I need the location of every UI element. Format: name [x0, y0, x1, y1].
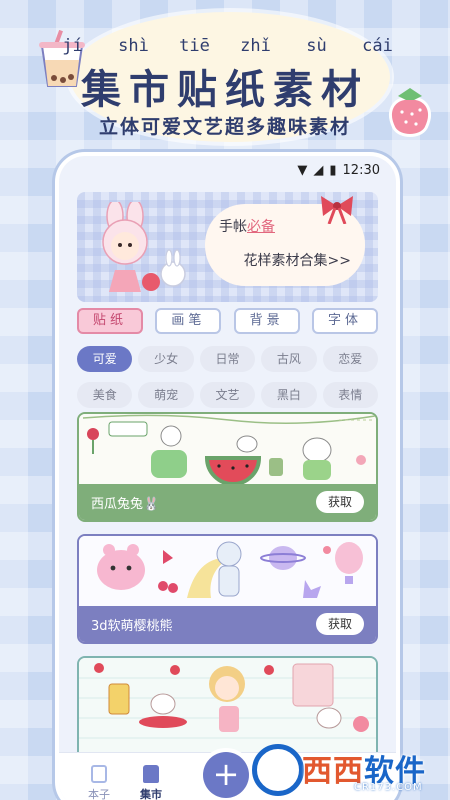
- hero-banner: jí shì tiē zhǐ sù cái 集市贴纸素材 立体可爱文艺超多趣味素…: [0, 0, 450, 150]
- shop-icon: [143, 765, 159, 783]
- chip-food[interactable]: 美食: [77, 382, 133, 408]
- pinyin-syllable: shì: [118, 36, 149, 56]
- chip-daily[interactable]: 日常: [199, 346, 256, 372]
- watermark-logo-icon: [252, 744, 304, 796]
- card-footer: 西瓜兔兔🐰 获取: [79, 484, 376, 520]
- page-title: 集市贴纸素材: [81, 67, 369, 113]
- status-time: 12:30: [342, 162, 380, 178]
- pinyin-syllable: tiē: [179, 36, 210, 56]
- sticker-pack-card[interactable]: 3d软萌樱桃熊 获取: [77, 534, 378, 644]
- strawberry-icon: [389, 88, 431, 137]
- get-button[interactable]: 获取: [316, 491, 364, 513]
- tab-backgrounds[interactable]: 背景: [233, 308, 300, 334]
- chip-romance[interactable]: 恋爱: [322, 346, 378, 372]
- get-button[interactable]: 获取: [316, 613, 364, 635]
- bow-icon: [321, 196, 353, 224]
- category-tabs: 贴纸 画笔 背景 字体: [77, 308, 378, 344]
- banner-link[interactable]: 花样素材合集>>: [219, 250, 351, 270]
- nav-notebook[interactable]: 本子: [77, 765, 121, 800]
- page-subtitle: 立体可爱文艺超多趣味素材: [98, 116, 351, 138]
- chip-vintage[interactable]: 古风: [261, 346, 317, 372]
- app-screen: ▼ ◢ ▮ 12:30 手帐必备 花样素材合集>> 贴纸 画笔 背景 字体 可爱…: [59, 156, 396, 800]
- pinyin-syllable: zhǐ: [240, 36, 271, 56]
- card-footer: 3d软萌樱桃熊 获取: [79, 606, 376, 642]
- chip-pets[interactable]: 萌宠: [138, 382, 194, 408]
- sticker-pack-card[interactable]: 西瓜兔兔🐰 获取: [77, 412, 378, 522]
- chip-girly[interactable]: 少女: [138, 346, 194, 372]
- chip-black-white[interactable]: 黑白: [261, 382, 317, 408]
- pinyin-syllable: cái: [362, 36, 393, 56]
- nav-market-label: 集市: [140, 788, 162, 800]
- chip-cute[interactable]: 可爱: [77, 346, 133, 372]
- chip-emoji[interactable]: 表情: [322, 382, 378, 408]
- battery-icon: ▮: [329, 162, 337, 178]
- cherry-bear-preview: [79, 536, 376, 606]
- chip-artsy[interactable]: 文艺: [199, 382, 256, 408]
- signal-icon: ◢: [313, 162, 324, 178]
- bunny-girl-sticker-icon: [102, 202, 186, 292]
- tab-fonts[interactable]: 字体: [311, 308, 378, 334]
- add-button[interactable]: +: [203, 752, 249, 798]
- watermark-url: CR173.COM: [354, 782, 423, 793]
- watermelon-bunny-preview: [79, 414, 376, 484]
- tab-stickers[interactable]: 贴纸: [77, 308, 143, 334]
- notebook-icon: [91, 765, 107, 783]
- phone-frame: ▼ ◢ ▮ 12:30 手帐必备 花样素材合集>> 贴纸 画笔 背景 字体 可爱…: [55, 152, 400, 800]
- promo-banner[interactable]: 手帐必备 花样素材合集>>: [77, 192, 378, 302]
- status-bar: ▼ ◢ ▮ 12:30: [59, 156, 396, 184]
- nav-notebook-label: 本子: [88, 788, 110, 800]
- pinyin-syllable: jí: [62, 36, 83, 56]
- nav-market[interactable]: 集市: [129, 765, 173, 800]
- site-watermark: 西西软件园 CR173.COM: [252, 740, 450, 800]
- card-title: 3d软萌樱桃熊: [91, 618, 173, 634]
- title-pinyin: jí shì tiē zhǐ sù cái: [0, 36, 450, 56]
- tab-brushes[interactable]: 画笔: [155, 308, 222, 334]
- pinyin-syllable: sù: [306, 36, 327, 56]
- card-title: 西瓜兔兔🐰: [91, 496, 160, 512]
- style-filter-chips: 可爱 少女 日常 古风 恋爱 美食 萌宠 文艺 黑白 表情: [77, 346, 378, 408]
- wifi-icon: ▼: [297, 162, 308, 178]
